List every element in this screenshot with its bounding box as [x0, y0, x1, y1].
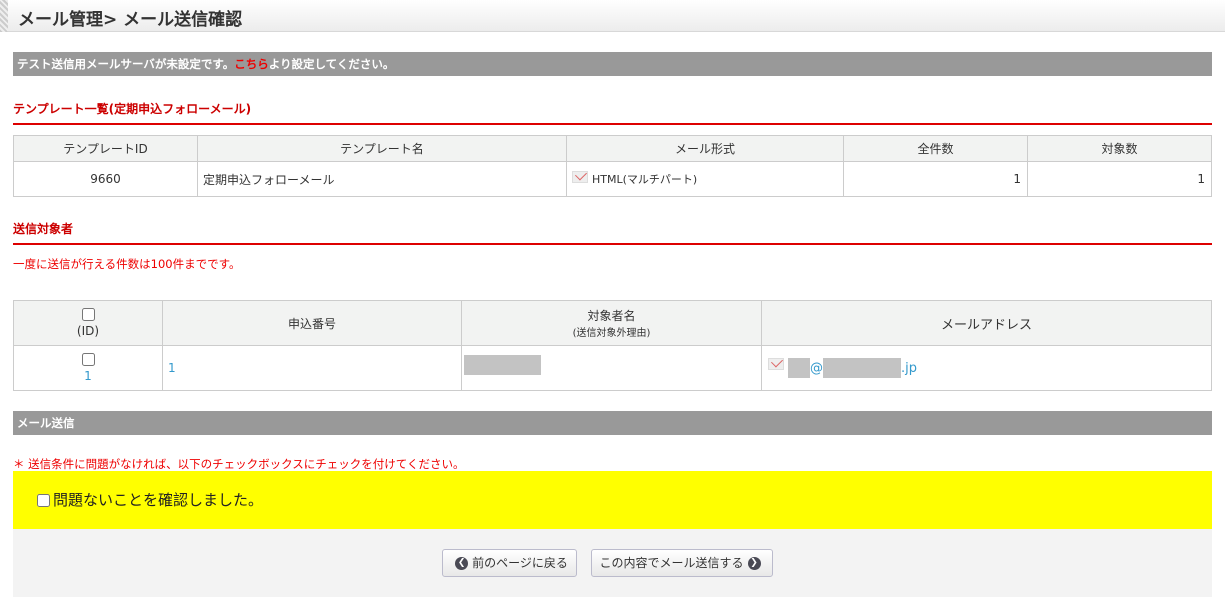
mail-format: HTML(マルチパート)	[592, 173, 698, 186]
template-section-title: テンプレート一覧(定期申込フォローメール)	[13, 100, 1212, 125]
chevron-left-icon: ❮	[455, 557, 469, 570]
col-template-id: テンプレートID	[13, 135, 198, 162]
send-section-title: メール送信	[13, 411, 1212, 435]
send-button[interactable]: この内容でメール送信する ❯	[591, 549, 773, 577]
col-app-no: 申込番号	[162, 300, 462, 346]
row-id-link[interactable]: 1	[84, 369, 92, 383]
target-count: 1	[1027, 161, 1212, 197]
notice-text-after: より設定してください。	[268, 57, 395, 71]
back-button[interactable]: ❮ 前のページに戻る	[442, 549, 577, 577]
col-total: 全件数	[843, 135, 1028, 162]
page-title: メール管理> メール送信確認	[18, 10, 243, 30]
total-count: 1	[843, 161, 1028, 197]
template-name: 定期申込フォローメール	[197, 161, 567, 197]
redacted-name	[464, 355, 541, 375]
chevron-right-icon: ❯	[747, 557, 761, 570]
table-row: 9660 定期申込フォローメール HTML(マルチパート) 1 1	[13, 161, 1212, 197]
notice-text: テスト送信用メールサーバが未設定です。	[17, 57, 235, 71]
confirm-label[interactable]: 問題ないことを確認しました。	[37, 491, 263, 509]
recipient-section-title: 送信対象者	[13, 220, 1212, 245]
send-label: この内容でメール送信する	[599, 556, 744, 570]
col-target: 対象数	[1027, 135, 1212, 162]
col-email: メールアドレス	[761, 300, 1212, 346]
table-row: 1 1 @ .jp	[13, 345, 1212, 391]
header-stripe	[0, 0, 8, 32]
send-limit-note: 一度に送信が行える件数は100件までです。	[13, 257, 241, 271]
settings-link[interactable]: こちら	[234, 57, 269, 71]
mail-icon	[572, 171, 588, 183]
app-no-link[interactable]: 1	[168, 361, 176, 375]
select-all-checkbox[interactable]	[81, 308, 95, 321]
email-link[interactable]: @ .jp	[788, 358, 917, 378]
recipient-table: (ID) 申込番号 対象者名 (送信対象外理由) メールアドレス 1 1 @ .jp	[13, 300, 1212, 391]
col-name-sub: (送信対象外理由)	[572, 328, 651, 339]
col-mail-format: メール形式	[566, 135, 844, 162]
template-table: テンプレートID テンプレート名 メール形式 全件数 対象数 9660 定期申込…	[13, 135, 1212, 197]
col-id: (ID)	[76, 324, 100, 338]
template-id: 9660	[13, 161, 198, 197]
col-name: 対象者名	[587, 309, 636, 323]
back-label: 前のページに戻る	[472, 556, 568, 570]
mail-icon	[768, 358, 784, 370]
page-header: メール管理> メール送信確認	[0, 0, 1225, 32]
confirm-checkbox[interactable]	[37, 494, 50, 507]
confirm-text: 問題ないことを確認しました。	[53, 491, 264, 509]
row-checkbox[interactable]	[81, 353, 95, 366]
col-template-name: テンプレート名	[197, 135, 567, 162]
confirm-box: 問題ないことを確認しました。	[13, 471, 1212, 529]
mail-server-notice: テスト送信用メールサーバが未設定です。こちらより設定してください。	[13, 52, 1212, 76]
send-note: ＊ 送信条件に問題がなければ、以下のチェックボックスにチェックを付けてください。	[13, 457, 465, 471]
